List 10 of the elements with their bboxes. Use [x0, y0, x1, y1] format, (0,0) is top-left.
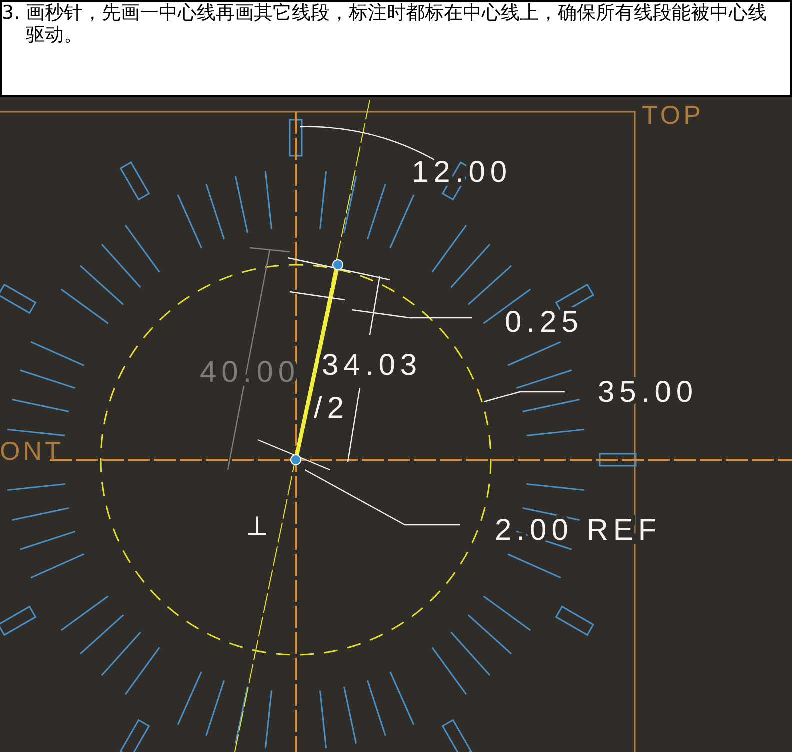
- step-number: 3.: [2, 2, 22, 24]
- dimension-value[interactable]: 0.25: [505, 306, 584, 339]
- dimension-value[interactable]: 34.03: [322, 349, 422, 382]
- datum-label: ONT: [0, 436, 64, 466]
- instruction-text: 画秒针，先画一中心线再画其它线段，标注时都标在中心线上，确保所有线段能被中心线驱动。: [26, 2, 768, 46]
- endpoint-icon[interactable]: [332, 260, 344, 270]
- datum-label: TOP: [642, 100, 704, 130]
- dimension-value[interactable]: /2: [314, 392, 350, 425]
- perpendicular-constraint-symbol: ⊥: [246, 511, 269, 541]
- center-point-icon[interactable]: [290, 454, 302, 466]
